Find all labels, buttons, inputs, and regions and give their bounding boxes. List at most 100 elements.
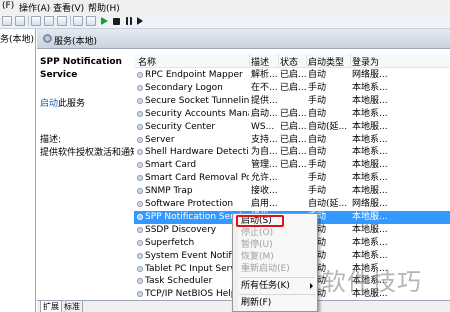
start-service-icon[interactable] xyxy=(101,17,108,25)
cell-logon-as: 本地系... xyxy=(352,147,388,158)
gear-icon xyxy=(137,162,143,169)
cell-status: 已启... xyxy=(280,160,306,171)
highlight-box xyxy=(236,215,284,227)
gear-icon xyxy=(137,123,143,130)
show-tree-icon[interactable] xyxy=(31,16,41,26)
toolbar-separator xyxy=(28,16,29,26)
cell-description: 启用... xyxy=(251,199,278,209)
cell-status: 已启... xyxy=(280,147,306,158)
export-icon[interactable] xyxy=(57,16,67,26)
table-row[interactable]: SNMP Trap 接收... 手动 本地服... xyxy=(134,185,450,198)
cell-startup-type: 手动 xyxy=(308,160,327,171)
table-row[interactable]: Smart Card Removal Poli...允许... 手动 本地系... xyxy=(134,172,450,185)
tab-standard[interactable]: 标准 xyxy=(61,301,83,312)
gear-icon xyxy=(137,97,143,104)
table-row[interactable]: Software Protection 启用... 自动(延... 网络服... xyxy=(134,198,450,211)
submenu-arrow-icon xyxy=(310,283,313,289)
table-row[interactable]: Shell Hardware Detection 为自... 已启... 自动 本地系.… xyxy=(134,146,450,159)
table-row[interactable]: RPC Endpoint Mapper 解析... 已启... 自动 网络服... xyxy=(134,69,450,82)
back-icon[interactable] xyxy=(2,16,12,26)
tree-item-services-local[interactable]: 务(本地) xyxy=(0,32,34,45)
gear-icon xyxy=(43,34,52,43)
column-name[interactable]: 名称 xyxy=(138,55,156,68)
cell-description: 支持... xyxy=(251,134,278,145)
tab-extended[interactable]: 扩展 xyxy=(40,301,62,312)
menu-item-stop[interactable]: 停止(O) xyxy=(241,227,273,239)
menu-item-restart[interactable]: 重新启动(E) xyxy=(241,263,290,275)
toolbar-separator xyxy=(70,16,71,26)
table-row[interactable]: Security Accounts Mana...启动...已启...自动 本地系… xyxy=(134,108,450,121)
cell-logon-as: 网络服... xyxy=(352,199,388,209)
menu-separator xyxy=(239,294,315,295)
cell-startup-type: 自动 xyxy=(308,70,327,80)
cell-startup-type: 自动 xyxy=(308,134,327,145)
gear-icon xyxy=(137,265,143,272)
gear-icon xyxy=(137,252,143,259)
detail-description-label: 描述: xyxy=(40,135,62,145)
pause-service-icon[interactable] xyxy=(126,17,132,25)
menu-item-all-tasks[interactable]: 所有任务(K) xyxy=(241,280,290,292)
gear-icon xyxy=(137,226,143,233)
cell-logon-as: 本地系... xyxy=(352,108,388,119)
cell-name: Secure Socket Tunneling ... xyxy=(145,95,249,106)
service-detail-pane: SPP Notification Service 启动此服务 描述: 提供软件授… xyxy=(37,50,139,300)
menu-item-pause[interactable]: 暂停(U) xyxy=(241,239,273,251)
services-header: 服务(本地) xyxy=(37,29,450,49)
detail-start-line: 启动此服务 xyxy=(40,96,85,109)
cell-name: Shell Hardware Detection xyxy=(145,147,249,158)
properties-icon[interactable] xyxy=(73,16,83,26)
cell-logon-as: 本地服... xyxy=(352,211,388,222)
cell-logon-as: 本地服... xyxy=(352,160,388,171)
table-row[interactable]: Server 支持... 已启... 自动 本地系... xyxy=(134,134,450,147)
gear-icon xyxy=(137,84,143,91)
menu-item-refresh[interactable]: 刷新(F) xyxy=(241,297,271,309)
cell-name: RPC Endpoint Mapper xyxy=(145,70,243,80)
cell-description: 接收... xyxy=(251,186,278,197)
cell-startup-type: 自动(延... xyxy=(308,199,348,209)
gear-icon xyxy=(137,175,143,182)
cell-name: Software Protection xyxy=(145,199,234,209)
stop-service-icon[interactable] xyxy=(113,18,120,25)
column-description[interactable]: 描述 xyxy=(251,55,269,68)
forward-icon[interactable] xyxy=(15,16,25,26)
cell-description: WS... xyxy=(251,121,275,132)
detail-service-name: SPP Notification Service xyxy=(40,57,122,80)
cell-logon-as: 本地系... xyxy=(352,173,388,184)
cell-description: 为自... xyxy=(251,147,278,158)
cell-name: Smart Card Removal Poli... xyxy=(145,173,249,184)
menu-item-resume[interactable]: 恢复(M) xyxy=(241,251,274,263)
restart-service-icon[interactable] xyxy=(137,17,143,25)
table-row[interactable]: Smart Card 管理... 已启... 手动 本地服... xyxy=(134,159,450,172)
table-row[interactable]: Security Center WS... 已启... 自动(延... 本地服... xyxy=(134,121,450,134)
cell-logon-as: 本地系... xyxy=(352,134,388,145)
cell-logon-as: 本地服... xyxy=(352,224,388,235)
cell-description: 允许... xyxy=(251,173,278,184)
cell-status: 已启... xyxy=(280,70,306,80)
cell-logon-as: 网络服... xyxy=(352,70,388,80)
cell-name: Smart Card xyxy=(145,160,197,171)
cell-startup-type: 手动 xyxy=(308,82,327,93)
start-service-suffix: 此服务 xyxy=(58,99,86,109)
gear-icon xyxy=(137,239,143,246)
cell-startup-type: 手动 xyxy=(308,95,327,106)
refresh-icon[interactable] xyxy=(44,16,54,26)
watermark-text: 软件技巧 xyxy=(322,268,422,296)
help-icon[interactable] xyxy=(86,16,96,26)
cell-status: 已启... xyxy=(280,108,306,119)
cell-description: 启动... xyxy=(251,108,278,119)
cell-logon-as: 本地系... xyxy=(352,237,388,248)
cell-description: 解析... xyxy=(251,70,278,80)
start-service-link[interactable]: 启动 xyxy=(40,99,58,109)
menu-separator xyxy=(239,277,315,278)
table-row[interactable]: Secure Socket Tunneling ...提供... 手动 本地服... xyxy=(134,95,450,108)
column-logon-as[interactable]: 登录为 xyxy=(352,55,379,68)
cell-startup-type: 手动 xyxy=(308,173,327,184)
table-row[interactable]: Secondary Logon 在不... 已启... 手动 本地系... xyxy=(134,82,450,95)
column-status[interactable]: 状态 xyxy=(280,55,298,68)
gear-icon xyxy=(137,188,143,195)
column-startup-type[interactable]: 启动类型 xyxy=(308,55,344,68)
cell-description: 管理... xyxy=(251,160,278,171)
menu-file[interactable]: (F) xyxy=(2,1,14,11)
tree-pane: 务(本地) xyxy=(0,29,36,312)
gear-icon xyxy=(137,72,143,78)
